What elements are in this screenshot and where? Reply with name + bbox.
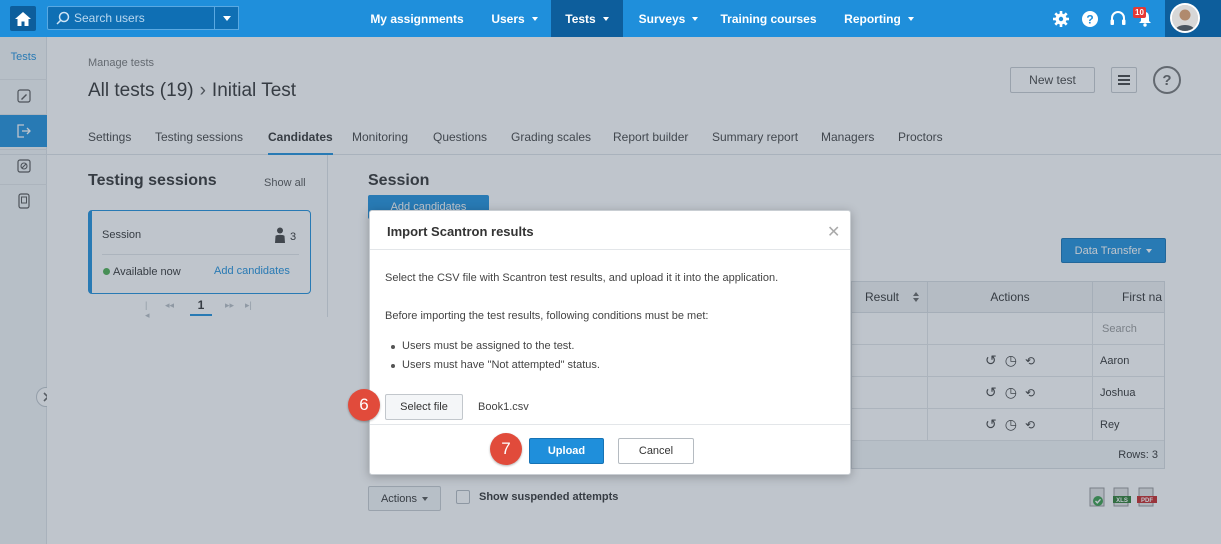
caret-down-icon: [602, 16, 609, 21]
cancel-button[interactable]: Cancel: [618, 438, 694, 464]
gear-icon: [1053, 11, 1069, 27]
nav-users[interactable]: Users: [478, 0, 551, 37]
svg-text:?: ?: [1086, 13, 1093, 27]
import-scantron-dialog: Import Scantron results ✕ Select the CSV…: [369, 210, 851, 475]
headset-icon: [1110, 11, 1126, 25]
select-file-button[interactable]: Select file: [385, 394, 463, 420]
nav-tests[interactable]: Tests: [551, 0, 623, 37]
top-nav-bar: My assignments Users Tests Surveys Train…: [0, 0, 1221, 37]
settings-button[interactable]: [1051, 9, 1071, 29]
help-icon: ?: [1082, 11, 1098, 27]
dialog-header: Import Scantron results ✕: [370, 211, 850, 250]
condition-item: Users must have "Not attempted" status.: [402, 359, 600, 371]
caret-down-icon: [692, 16, 699, 21]
caret-down-icon: [531, 16, 538, 21]
search-icon: [56, 11, 70, 25]
dialog-footer-divider: [370, 424, 850, 425]
bullet-icon: [391, 345, 395, 349]
avatar: [1170, 3, 1200, 33]
help-button[interactable]: ?: [1080, 9, 1100, 29]
support-button[interactable]: [1108, 9, 1128, 29]
search-dropdown-button[interactable]: [214, 6, 239, 30]
close-icon[interactable]: ✕: [827, 222, 840, 242]
search-users-box: [47, 6, 239, 30]
home-icon: [15, 11, 31, 26]
selected-file-name: Book1.csv: [478, 401, 529, 413]
nav-surveys[interactable]: Surveys: [626, 0, 711, 37]
nav-reporting[interactable]: Reporting: [830, 0, 928, 37]
user-menu[interactable]: [1165, 0, 1221, 37]
dialog-conditions-intro: Before importing the test results, follo…: [385, 310, 709, 322]
home-button[interactable]: [10, 6, 36, 31]
chevron-down-icon: [222, 15, 231, 21]
step-marker-6: 6: [348, 389, 380, 421]
dialog-instructions: Select the CSV file with Scantron test r…: [385, 272, 779, 284]
dialog-title: Import Scantron results: [387, 224, 534, 239]
nav-my-assignments[interactable]: My assignments: [360, 0, 474, 37]
bullet-icon: [391, 364, 395, 368]
notification-badge: 10: [1133, 7, 1146, 18]
condition-item: Users must be assigned to the test.: [402, 340, 575, 352]
nav-training-courses[interactable]: Training courses: [712, 0, 825, 37]
upload-button[interactable]: Upload: [529, 438, 604, 464]
caret-down-icon: [907, 16, 914, 21]
step-marker-7: 7: [490, 433, 522, 465]
search-users-input[interactable]: [74, 10, 234, 26]
